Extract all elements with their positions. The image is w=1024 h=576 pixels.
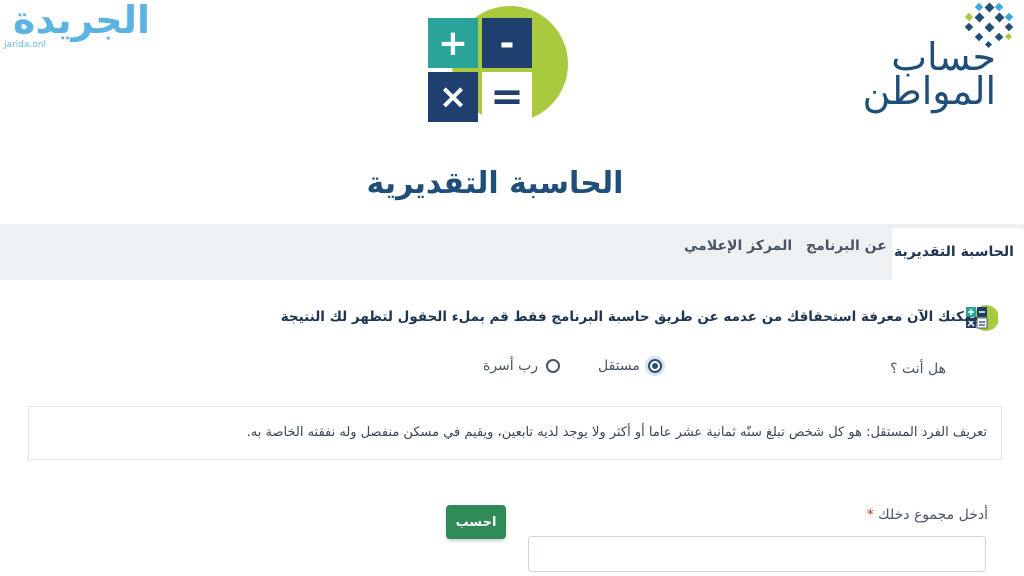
logo-text: حساب المواطن xyxy=(862,38,996,113)
radio-family-head[interactable] xyxy=(546,359,561,373)
option-family-head-label: رب أسرة xyxy=(483,358,539,374)
tab-about-program[interactable]: عن البرنامج xyxy=(806,238,887,254)
equals-icon: = xyxy=(482,72,532,122)
option-independent-label: مستقل xyxy=(598,358,640,374)
watermark: الجريدة jarida.onl xyxy=(2,0,152,56)
watermark-text: الجريدة xyxy=(13,0,150,42)
option-family-head[interactable]: رب أسرة xyxy=(483,356,561,376)
calculate-button[interactable]: احسب xyxy=(446,505,506,539)
income-input[interactable] xyxy=(528,536,986,572)
radio-independent[interactable] xyxy=(647,359,662,373)
plus-icon: + xyxy=(428,18,478,68)
question-label: هل أنت ؟ xyxy=(890,361,946,377)
tab-calculator[interactable]: الحاسبة التقديرية xyxy=(892,244,1016,260)
definition-text: تعريف الفرد المستقل: هو كل شخص تبلغ سنّه… xyxy=(246,425,987,440)
required-mark: * xyxy=(866,507,874,523)
definition-box: تعريف الفرد المستقل: هو كل شخص تبلغ سنّه… xyxy=(28,406,1002,460)
calculator-icon: + - × = xyxy=(428,18,534,122)
page-title: الحاسبة التقديرية xyxy=(366,166,624,201)
tab-media-center[interactable]: المركز الإعلامي xyxy=(684,238,792,254)
times-icon: × xyxy=(428,72,478,122)
citizen-account-logo[interactable]: حساب المواطن xyxy=(806,0,1016,120)
watermark-domain: jarida.onl xyxy=(4,40,47,50)
intro-text: يمكنك الآن معرفة استحقاقك من عدمه عن طري… xyxy=(280,309,978,325)
income-label: أدخل مجموع دخلك * xyxy=(867,507,988,523)
income-label-text: أدخل مجموع دخلك xyxy=(878,507,988,523)
logo-line2: المواطن xyxy=(862,69,996,113)
option-independent[interactable]: مستقل xyxy=(598,356,662,376)
minus-icon: - xyxy=(482,18,532,68)
